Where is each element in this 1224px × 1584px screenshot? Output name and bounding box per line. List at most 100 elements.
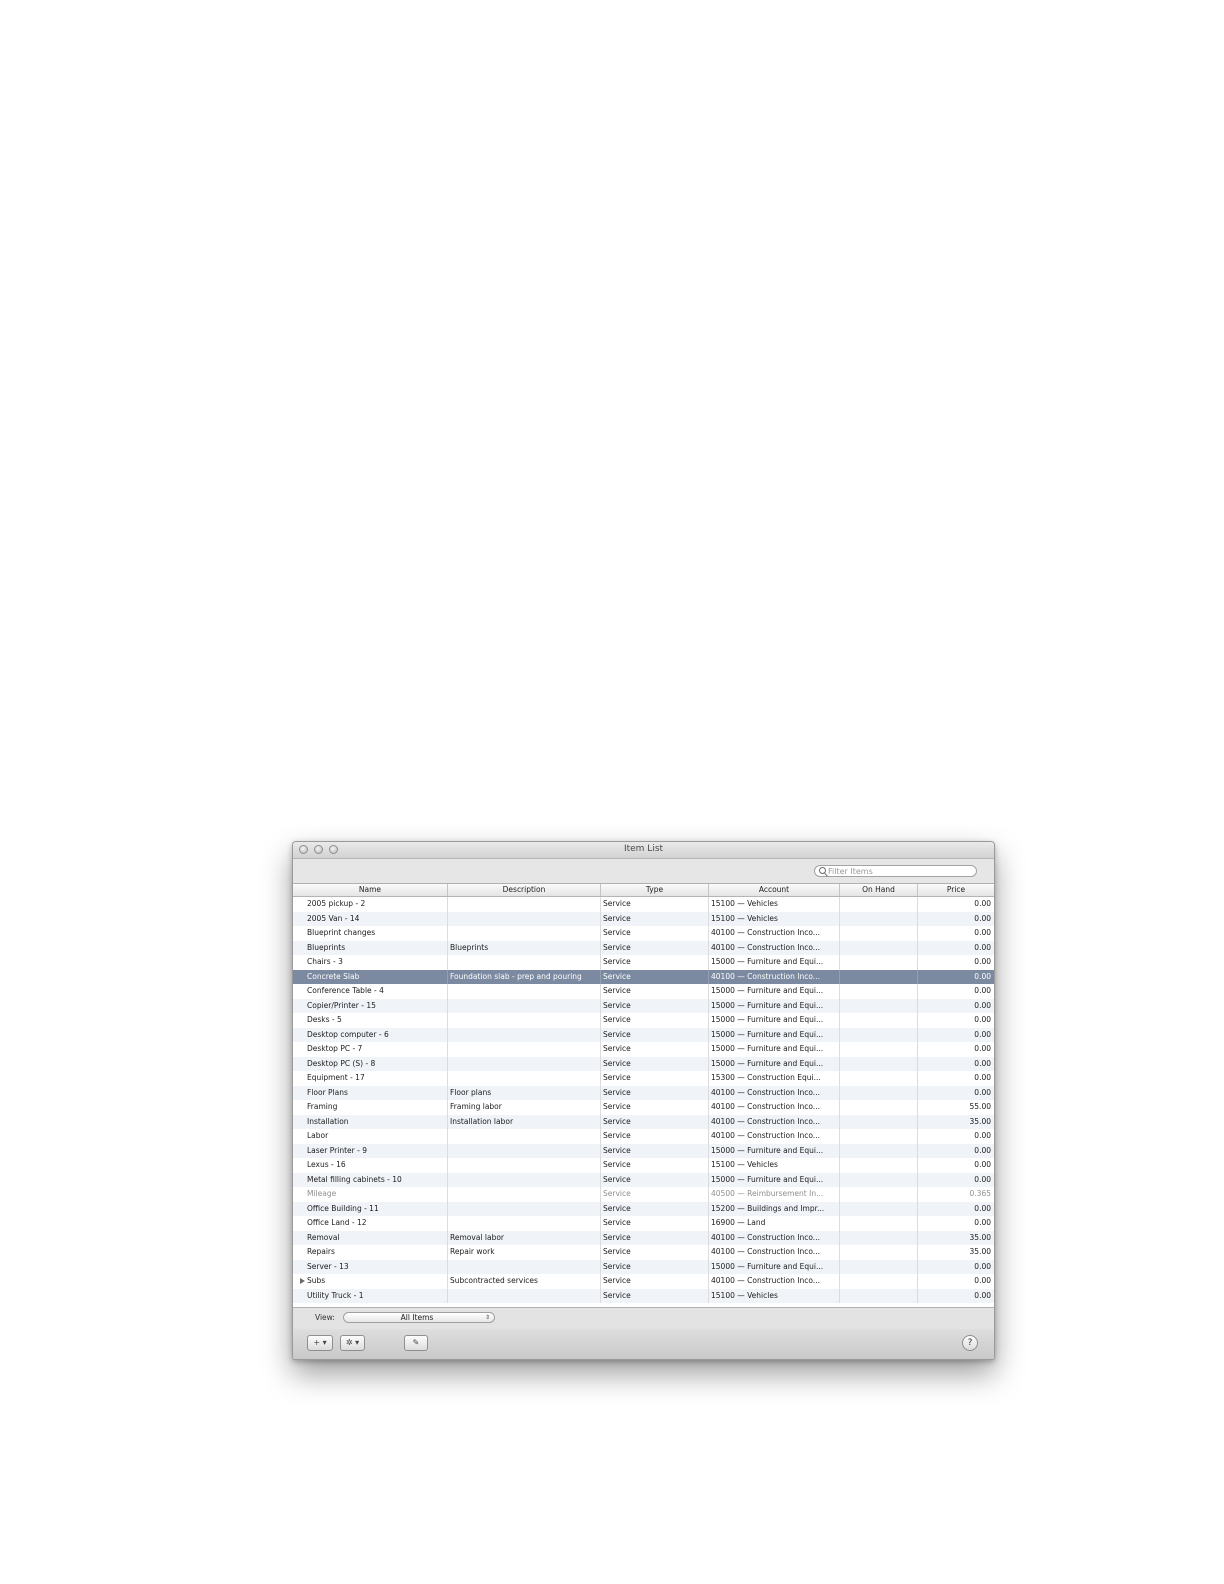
column-header-account[interactable]: Account <box>709 884 840 896</box>
cell-desc <box>448 1143 601 1158</box>
table-row[interactable]: Desktop PC (S) - 8 Service 15000 — Furnitu… <box>293 1056 994 1071</box>
cell-account: 40100 — Construction Inco... <box>709 1129 840 1144</box>
table-row[interactable]: Removal Removal labor Service 40100 — Const… <box>293 1230 994 1245</box>
cell-account: 15100 — Vehicles <box>709 911 840 926</box>
table-row[interactable]: Labor Service 40100 — Construction Inco...… <box>293 1129 994 1144</box>
cell-name: Removal <box>293 1230 448 1245</box>
table-row[interactable]: Repairs Repair work Service 40100 — Constru… <box>293 1245 994 1260</box>
cell-type: Service <box>601 1201 709 1216</box>
cell-name: Office Building - 11 <box>293 1201 448 1216</box>
table-row[interactable]: Desks - 5 Service 15000 — Furniture and Eq… <box>293 1013 994 1028</box>
toolbar <box>293 859 994 883</box>
cell-type: Service <box>601 984 709 999</box>
cell-desc <box>448 1158 601 1173</box>
cell-name: Office Land - 12 <box>293 1216 448 1231</box>
table-row[interactable]: 2005 pickup - 2 Service 15100 — Vehicles 0.… <box>293 897 994 912</box>
table-row[interactable]: Concrete Slab Foundation slab - prep and … <box>293 969 994 984</box>
cell-desc: Removal labor <box>448 1230 601 1245</box>
cell-name: Floor Plans <box>293 1085 448 1100</box>
cell-account: 40100 — Construction Inco... <box>709 1230 840 1245</box>
cell-type: Service <box>601 1259 709 1274</box>
cell-account: 15000 — Furniture and Equi... <box>709 998 840 1013</box>
cell-name: Conference Table - 4 <box>293 984 448 999</box>
filter-items-input[interactable] <box>828 866 968 876</box>
cell-price: 0.00 <box>974 986 991 995</box>
cell-account: 40100 — Construction Inco... <box>709 940 840 955</box>
table-row[interactable]: Subs Subcontracted services Service 40100 —… <box>293 1274 994 1289</box>
view-select[interactable]: All Items ⇕ <box>343 1312 495 1323</box>
cell-price: 0.00 <box>974 1145 991 1155</box>
table-row[interactable]: Desktop PC - 7 Service 15000 — Furniture a… <box>293 1042 994 1057</box>
cell-desc: Repair work <box>448 1245 601 1260</box>
help-button[interactable]: ? <box>962 1335 978 1351</box>
cell-desc: Framing labor <box>448 1100 601 1115</box>
column-header-description[interactable]: Description <box>448 884 601 896</box>
table-row[interactable]: Copier/Printer - 15 Service 15000 — Furnit… <box>293 998 994 1013</box>
cell-type: Service <box>601 1056 709 1071</box>
table-row[interactable]: Installation Installation labor Service 401… <box>293 1114 994 1129</box>
column-header-type[interactable]: Type <box>601 884 709 896</box>
filter-search-box[interactable] <box>814 865 977 877</box>
table-header: Name Description Type Account On Hand Pr… <box>293 884 994 897</box>
table-row[interactable]: Utility Truck - 1 Service 15100 — Vehicles… <box>293 1288 994 1303</box>
cell-desc <box>448 984 601 999</box>
table-row[interactable]: Office Building - 11 Service 15200 — Build… <box>293 1201 994 1216</box>
cell-desc: Foundation slab - prep and pouring <box>448 969 601 984</box>
cell-price: 0.00 <box>974 1218 991 1227</box>
cell-price: 0.00 <box>974 1131 991 1140</box>
cell-type: Service <box>601 1027 709 1042</box>
cell-desc: Blueprints <box>448 940 601 955</box>
table-row[interactable]: Framing Framing labor Service 40100 — Const… <box>293 1100 994 1115</box>
cell-account: 15000 — Furniture and Equi... <box>709 1027 840 1042</box>
table-row[interactable]: Server - 13 Service 15000 — Furniture and … <box>293 1259 994 1274</box>
table-row[interactable]: Office Land - 12 Service 16900 — Land 0.00 <box>293 1216 994 1231</box>
cell-account: 15000 — Furniture and Equi... <box>709 984 840 999</box>
cell-desc: Subcontracted services <box>448 1274 601 1289</box>
cell-type: Service <box>601 1216 709 1231</box>
cell-type: Service <box>601 940 709 955</box>
table-row[interactable]: Chairs - 3 Service 15000 — Furniture and E… <box>293 955 994 970</box>
cell-price: 0.00 <box>974 1203 991 1213</box>
title-bar[interactable]: Item List <box>293 842 994 859</box>
cell-name: Utility Truck - 1 <box>293 1288 448 1303</box>
cell-name: Metal filling cabinets - 10 <box>293 1172 448 1187</box>
cell-onhand <box>840 1027 918 1042</box>
table-row[interactable]: Laser Printer - 9 Service 15000 — Furnitur… <box>293 1143 994 1158</box>
cell-onhand <box>840 1245 918 1260</box>
gear-action-button[interactable]: ✲ ▾ <box>340 1335 365 1351</box>
table-row[interactable]: Conference Table - 4 Service 15000 — Furni… <box>293 984 994 999</box>
view-label: View: <box>315 1313 335 1322</box>
table-row[interactable]: Equipment - 17 Service 15300 — Constructio… <box>293 1071 994 1086</box>
cell-account: 40100 — Construction Inco... <box>709 1085 840 1100</box>
cell-onhand <box>840 998 918 1013</box>
table-row[interactable]: Lexus - 16 Service 15100 — Vehicles 0.00 <box>293 1158 994 1173</box>
cell-price: 0.00 <box>974 1276 991 1285</box>
cell-account: 15000 — Furniture and Equi... <box>709 1013 840 1028</box>
table-row[interactable]: Floor Plans Floor plans Service 40100 — Con… <box>293 1085 994 1100</box>
cell-onhand <box>840 897 918 912</box>
search-icon <box>819 867 826 874</box>
cell-onhand <box>840 1013 918 1028</box>
cell-desc <box>448 1056 601 1071</box>
cell-account: 15000 — Furniture and Equi... <box>709 1056 840 1071</box>
table-row[interactable]: Blueprints Blueprints Service 40100 — Const… <box>293 940 994 955</box>
cell-desc <box>448 1071 601 1086</box>
add-item-button[interactable]: + ▾ <box>307 1335 333 1351</box>
cell-type: Service <box>601 1042 709 1057</box>
table-row[interactable]: Mileage Service 40500 — Reimbursement In..… <box>293 1187 994 1202</box>
cell-desc: Floor plans <box>448 1085 601 1100</box>
column-header-name[interactable]: Name <box>293 884 448 896</box>
edit-pencil-button[interactable]: ✎ <box>404 1335 428 1351</box>
cell-price: 0.00 <box>974 928 991 937</box>
cell-name: Labor <box>293 1129 448 1144</box>
cell-type: Service <box>601 1245 709 1260</box>
column-header-on-hand[interactable]: On Hand <box>840 884 918 896</box>
table-row[interactable]: Blueprint changes Service 40100 — Construc… <box>293 926 994 941</box>
table-row[interactable]: Metal filling cabinets - 10 Service 15000 … <box>293 1172 994 1187</box>
column-header-price[interactable]: Price <box>918 884 994 896</box>
table-row[interactable]: Desktop computer - 6 Service 15000 — Furni… <box>293 1027 994 1042</box>
item-list-window: Item List Name Description Type Account … <box>292 841 995 1360</box>
cell-type: Service <box>601 955 709 970</box>
cell-price: 0.00 <box>974 1160 991 1169</box>
table-row[interactable]: 2005 Van - 14 Service 15100 — Vehicles 0.00 <box>293 911 994 926</box>
